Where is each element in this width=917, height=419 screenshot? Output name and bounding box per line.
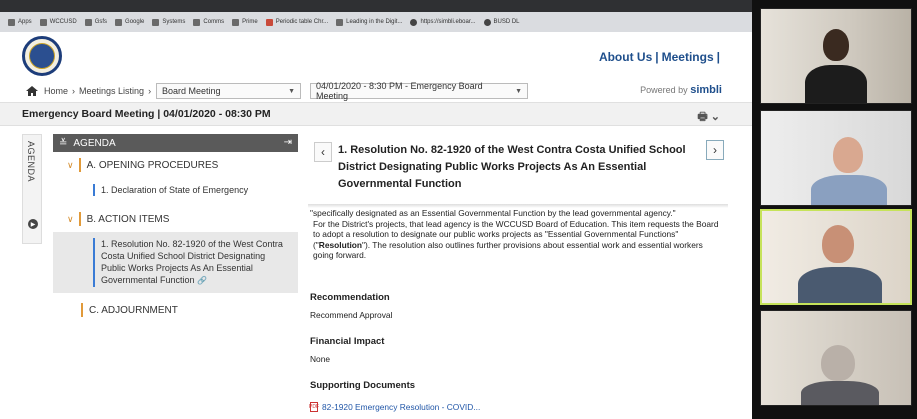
attachment-icon: 🔗 — [197, 276, 208, 285]
video-gallery — [752, 0, 917, 419]
video-tile-4[interactable] — [760, 310, 912, 406]
item-content: ‹ 1. Resolution No. 82-1920 of the West … — [308, 134, 728, 419]
bookmark-6[interactable]: Prime — [232, 18, 258, 26]
agenda-section-a[interactable]: ∨ A. OPENING PROCEDURES — [53, 152, 298, 178]
agenda-section-b[interactable]: ∨ B. ACTION ITEMS — [53, 206, 298, 232]
folder-icon — [84, 18, 92, 26]
folder-icon — [115, 18, 123, 26]
bookmark-5[interactable]: Comms — [193, 18, 224, 26]
folder-icon — [193, 18, 201, 26]
financial-impact-heading: Financial Impact — [310, 336, 385, 347]
chevron-down-icon: ∨ — [67, 159, 74, 170]
bookmarks-bar: Apps WCCUSD Gsfs Google Systems Comms Prime Per… — [0, 12, 752, 32]
district-seal-logo[interactable] — [22, 36, 62, 76]
meeting-type-select[interactable]: Board Meeting ▼ — [156, 83, 301, 99]
powered-by: Powered by simbli — [640, 84, 722, 96]
folder-icon — [232, 18, 240, 26]
simbli-brand: simbli — [690, 84, 722, 96]
chevron-down-icon: ▼ — [515, 87, 522, 95]
previous-item-button[interactable]: ‹ — [314, 142, 332, 162]
video-tile-2[interactable] — [760, 110, 912, 206]
recommendation-heading: Recommendation — [310, 292, 390, 303]
video-tile-3-active-speaker[interactable] — [760, 209, 912, 305]
agenda-header[interactable]: ≚ AGENDA ⇥ — [53, 134, 298, 152]
meetings-link[interactable]: Meetings — [662, 50, 714, 64]
top-links: About Us | Meetings | — [598, 50, 720, 64]
bookmark-9[interactable]: https://simbli.eboar... — [410, 18, 476, 26]
pin-panel-icon[interactable]: ⇥ — [284, 137, 292, 148]
breadcrumb: Home › Meetings Listing › Board Meeting ▼… — [0, 80, 752, 102]
next-item-button[interactable]: › — [706, 140, 724, 160]
breadcrumb-meetings-listing[interactable]: Meetings Listing — [79, 86, 144, 96]
site-header: About Us | Meetings | — [0, 32, 752, 80]
bookmark-3[interactable]: Google — [115, 18, 144, 26]
bookmark-icon — [483, 18, 491, 26]
folder-icon — [39, 18, 47, 26]
bookmark-8[interactable]: Leading in the Digit... — [336, 18, 402, 26]
recommendation-text: Recommend Approval — [310, 310, 393, 320]
bookmark-icon — [265, 18, 273, 26]
supporting-documents-heading: Supporting Documents — [310, 380, 416, 391]
meeting-date-select[interactable]: 04/01/2020 - 8:30 PM - Emergency Board M… — [310, 81, 528, 101]
folder-icon — [152, 18, 160, 26]
meeting-title: Emergency Board Meeting | 04/01/2020 - 0… — [22, 108, 271, 120]
meeting-title-bar: Emergency Board Meeting | 04/01/2020 - 0… — [0, 102, 752, 126]
browser-tab-strip — [0, 0, 752, 12]
about-us-link[interactable]: About Us — [599, 50, 652, 64]
bookmark-4[interactable]: Systems — [152, 18, 185, 26]
agenda-side-tab[interactable]: AGENDA ▶ — [22, 134, 42, 244]
bookmark-7[interactable]: Periodic table Chr... — [265, 18, 328, 26]
collapse-all-icon[interactable]: ≚ — [59, 138, 67, 149]
bookmark-icon — [336, 18, 344, 26]
agenda-section-c[interactable]: C. ADJOURNMENT — [53, 297, 298, 323]
agenda-item-a1[interactable]: 1. Declaration of State of Emergency — [53, 178, 298, 202]
video-tile-1[interactable] — [760, 8, 912, 104]
bookmark-0[interactable]: Apps — [8, 18, 32, 26]
bookmark-icon — [410, 18, 418, 26]
screen: Apps WCCUSD Gsfs Google Systems Comms Prime Per… — [0, 0, 917, 419]
supporting-document-link[interactable]: PDF 82-1920 Emergency Resolution - COVID… — [309, 402, 480, 412]
pdf-icon: PDF — [309, 402, 319, 412]
chevron-down-icon: ▼ — [288, 87, 295, 95]
bookmark-2[interactable]: Gsfs — [84, 18, 107, 26]
chevron-down-icon: ∨ — [67, 213, 74, 224]
agenda-item-b1[interactable]: 1. Resolution No. 82-1920 of the West Co… — [53, 232, 298, 293]
item-title: 1. Resolution No. 82-1920 of the West Co… — [338, 144, 686, 190]
financial-impact-text: None — [310, 354, 331, 364]
print-icon[interactable]: 🖶 ⌄ — [697, 108, 720, 127]
agenda-panel: ≚ AGENDA ⇥ ∨ A. OPENING PROCEDURES 1. De… — [53, 134, 298, 419]
breadcrumb-home[interactable]: Home — [44, 86, 68, 96]
bookmark-10[interactable]: BUSD DL — [483, 18, 520, 26]
home-icon[interactable] — [26, 86, 38, 96]
collapse-arrow-icon[interactable]: ▶ — [28, 219, 38, 229]
bookmark-1[interactable]: WCCUSD — [39, 18, 77, 26]
item-body: "specifically designated as an Essential… — [310, 208, 719, 261]
apps-icon — [8, 18, 15, 26]
